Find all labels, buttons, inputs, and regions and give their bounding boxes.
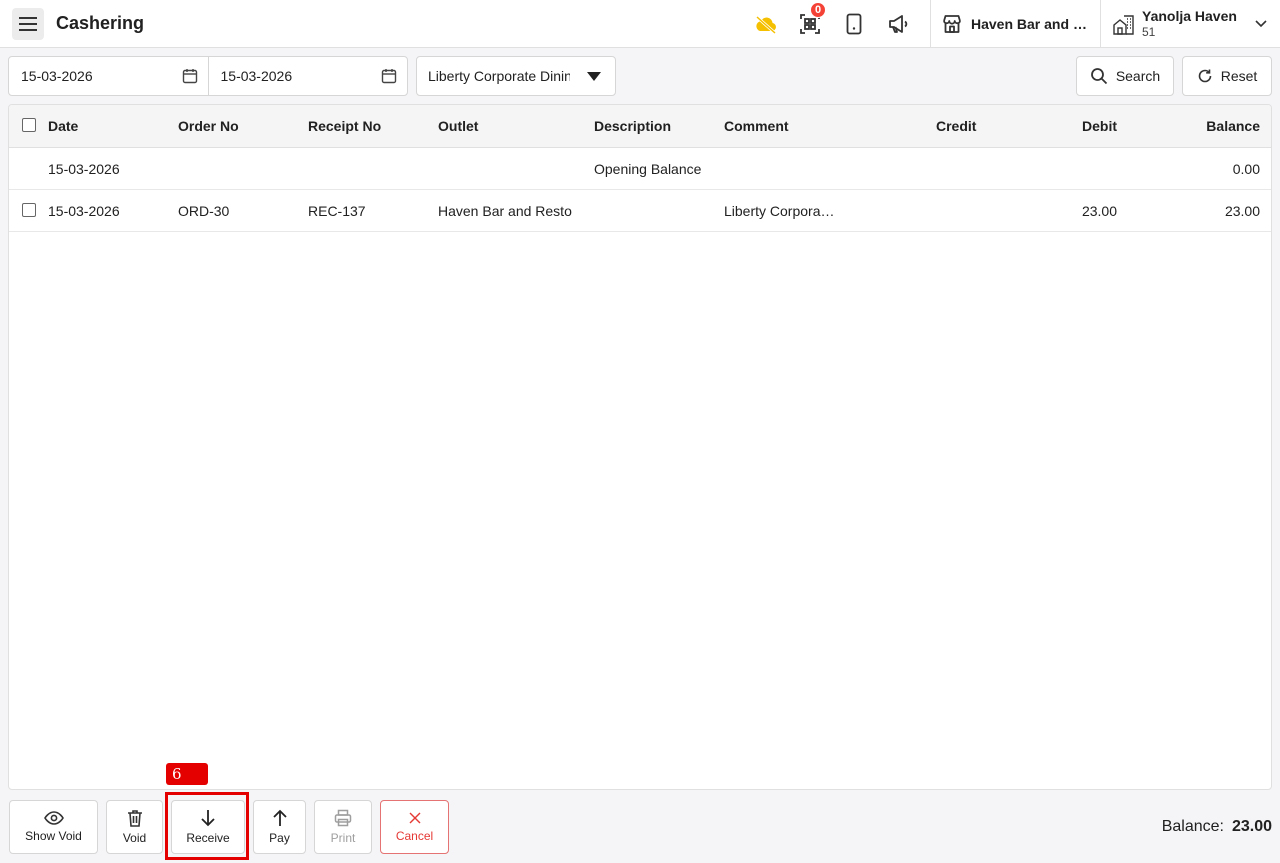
to-date-value: 15-03-2026 xyxy=(220,68,293,84)
close-icon xyxy=(409,812,420,824)
ledger-table: Date Order No Receipt No Outlet Descript… xyxy=(8,104,1272,790)
balance-value: 23.00 xyxy=(1231,818,1272,835)
column-header-receipt-no[interactable]: Receipt No xyxy=(308,105,428,147)
search-button[interactable]: Search xyxy=(1076,56,1174,96)
table-row[interactable]: 15-03-2026 ORD-30 REC-137 Haven Bar and … xyxy=(9,190,1271,232)
menu-button[interactable] xyxy=(12,8,44,40)
property-selector[interactable]: Yanolja Haven 51 xyxy=(1112,0,1272,48)
step-number-tag: 6 xyxy=(166,763,208,785)
chevron-down-icon xyxy=(1255,20,1267,28)
column-header-balance[interactable]: Balance xyxy=(1159,105,1260,147)
arrow-up-icon xyxy=(272,809,287,826)
cell-outlet xyxy=(438,148,588,189)
cell-description: Opening Balance xyxy=(594,160,702,177)
date-range: 15-03-2026 15-03-2026 xyxy=(8,56,408,96)
cell-outlet: Haven Bar and Resto xyxy=(438,202,572,219)
menu-icon xyxy=(19,17,37,31)
column-header-outlet[interactable]: Outlet xyxy=(438,105,588,147)
void-label: Void xyxy=(122,831,147,845)
from-date-value: 15-03-2026 xyxy=(21,68,93,84)
building-icon xyxy=(1113,15,1134,35)
cancel-label: Cancel xyxy=(395,829,434,843)
cell-balance: 0.00 xyxy=(1232,160,1260,177)
printer-icon xyxy=(334,809,352,827)
cell-date: 15-03-2026 xyxy=(48,202,120,219)
cancel-button[interactable]: Cancel xyxy=(380,800,449,854)
print-button[interactable]: Print xyxy=(314,800,372,854)
column-header-debit[interactable]: Debit xyxy=(1017,105,1117,147)
from-date-field[interactable]: 15-03-2026 xyxy=(9,57,208,95)
column-header-order-no[interactable]: Order No xyxy=(178,105,298,147)
outlet-name: Haven Bar and Resto xyxy=(971,16,1088,32)
property-info: Yanolja Haven 51 xyxy=(1142,8,1237,40)
store-icon xyxy=(943,15,961,33)
property-name: Yanolja Haven xyxy=(1142,8,1237,24)
tablet-icon xyxy=(846,13,862,35)
qr-scan-button[interactable]: 0 xyxy=(798,2,826,36)
sync-status-button[interactable] xyxy=(754,12,778,36)
cell-description xyxy=(594,190,719,231)
search-icon xyxy=(1090,68,1107,85)
refresh-icon xyxy=(1198,69,1212,83)
cloud-off-icon xyxy=(756,15,776,35)
table-row-opening-balance: 15-03-2026 Opening Balance 0.00 xyxy=(9,148,1271,190)
cell-comment: Liberty Corpora… xyxy=(724,202,835,219)
reset-button-label: Reset xyxy=(1220,68,1258,84)
cell-comment xyxy=(724,148,924,189)
search-button-label: Search xyxy=(1115,68,1161,84)
device-button[interactable] xyxy=(842,12,866,36)
column-header-credit[interactable]: Credit xyxy=(936,105,1016,147)
cell-order-no xyxy=(178,148,298,189)
account-select-value: Liberty Corporate Dining xyxy=(428,68,570,84)
column-header-date[interactable]: Date xyxy=(48,105,168,147)
column-header-description[interactable]: Description xyxy=(594,105,719,147)
divider xyxy=(930,0,931,48)
cell-date: 15-03-2026 xyxy=(48,160,120,177)
divider xyxy=(1100,0,1101,48)
row-checkbox[interactable] xyxy=(22,203,36,217)
cell-receipt-no xyxy=(308,148,428,189)
cell-receipt-no: REC-137 xyxy=(308,202,366,219)
megaphone-icon xyxy=(889,15,908,33)
cell-balance: 23.00 xyxy=(1224,202,1260,219)
balance-summary: Balance: 23.00 xyxy=(1162,818,1272,836)
select-all-checkbox[interactable] xyxy=(22,118,36,132)
print-label: Print xyxy=(330,831,356,845)
dropdown-caret-icon xyxy=(587,72,601,81)
cell-debit xyxy=(1017,148,1117,189)
to-date-field[interactable]: 15-03-2026 xyxy=(207,57,408,95)
table-header: Date Order No Receipt No Outlet Descript… xyxy=(9,105,1271,148)
announcements-button[interactable] xyxy=(886,12,910,36)
show-void-button[interactable]: Show Void xyxy=(9,800,98,854)
page-title: Cashering xyxy=(56,13,145,33)
pay-button[interactable]: Pay xyxy=(253,800,306,854)
top-app-bar: Cashering 0 Haven Bar and Resto xyxy=(0,0,1280,48)
calendar-icon[interactable] xyxy=(182,68,198,84)
step-highlight-box xyxy=(165,792,249,860)
pay-label: Pay xyxy=(269,831,290,845)
cell-credit xyxy=(936,148,1016,189)
trash-icon xyxy=(127,810,142,827)
cell-order-no: ORD-30 xyxy=(178,202,230,219)
void-button[interactable]: Void xyxy=(106,800,163,854)
property-number: 51 xyxy=(1142,25,1156,39)
notification-badge: 0 xyxy=(810,2,826,18)
calendar-icon[interactable] xyxy=(381,68,397,84)
cell-credit xyxy=(936,190,1016,231)
show-void-label: Show Void xyxy=(25,829,82,843)
column-header-comment[interactable]: Comment xyxy=(724,105,924,147)
account-select[interactable]: Liberty Corporate Dining xyxy=(416,56,616,96)
balance-label: Balance: xyxy=(1161,818,1224,835)
cell-debit: 23.00 xyxy=(1081,202,1117,219)
eye-icon xyxy=(43,811,64,825)
reset-button[interactable]: Reset xyxy=(1182,56,1272,96)
outlet-selector[interactable]: Haven Bar and Resto xyxy=(942,0,1088,48)
